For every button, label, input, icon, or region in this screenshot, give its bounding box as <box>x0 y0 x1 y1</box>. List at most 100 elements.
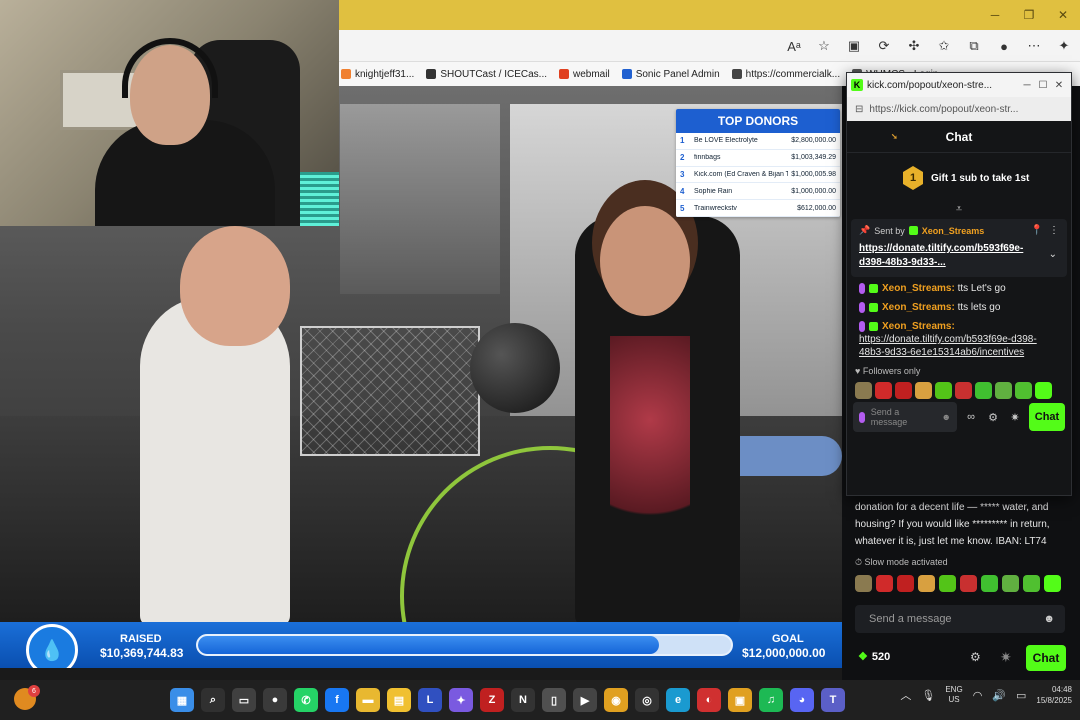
obs-icon[interactable]: ◎ <box>635 688 659 712</box>
pin-icon[interactable]: 📍 <box>1031 225 1043 236</box>
close-icon[interactable]: ✕ <box>1046 0 1080 30</box>
copilot-icon[interactable]: ✦ <box>1054 36 1074 56</box>
panel-emote-icon[interactable] <box>1002 575 1019 592</box>
video-icon[interactable]: ▶ <box>573 688 597 712</box>
popup-emote-icon[interactable] <box>995 381 1012 399</box>
windows-start-icon[interactable]: ▦ <box>170 688 194 712</box>
panel-emote-icon[interactable] <box>981 575 998 592</box>
task-view-icon[interactable]: ▭ <box>232 688 256 712</box>
bookmark-item[interactable]: https://commercialk... <box>731 69 840 80</box>
popup-emote-icon[interactable] <box>855 381 872 399</box>
bookmark-item[interactable]: knightjeff31... <box>341 69 414 80</box>
chat-username[interactable]: Xeon_Streams: <box>882 283 955 294</box>
panel-emote-icon[interactable] <box>876 575 893 592</box>
popout-close-icon[interactable]: ✕ <box>1051 80 1067 91</box>
discord-icon[interactable]: ◕ <box>790 688 814 712</box>
chevron-down-icon[interactable]: ⌄ <box>1049 249 1057 260</box>
profile-avatar[interactable]: ● <box>994 36 1014 56</box>
volume-icon[interactable]: 🔊 <box>992 689 1006 702</box>
notes-icon[interactable]: ▤ <box>387 688 411 712</box>
tray-chevron-icon[interactable]: ︿ <box>900 687 911 703</box>
clock[interactable]: 04:48 15/8/2025 <box>1036 684 1072 706</box>
pinned-link[interactable]: https://donate.tiltify.com/b593f69e-d398… <box>859 242 1039 270</box>
explorer-icon[interactable]: ▬ <box>356 688 380 712</box>
edge-icon[interactable]: e <box>666 688 690 712</box>
popup-badge-icon[interactable]: ✷ <box>1007 411 1023 424</box>
collections-icon[interactable]: ⧉ <box>964 36 984 56</box>
maximize-icon[interactable]: ❐ <box>1012 0 1046 30</box>
donor-amount: $1,003,349.29 <box>791 154 836 162</box>
panel-emote-icon[interactable] <box>1044 575 1061 592</box>
panel-emote-icon[interactable] <box>918 575 935 592</box>
app-box-icon[interactable]: ▣ <box>728 688 752 712</box>
page-info-icon[interactable]: ⊟ <box>855 104 863 115</box>
popup-emote-icon[interactable] <box>1035 381 1052 399</box>
emoji-icon[interactable]: ☻ <box>1043 613 1055 625</box>
popup-emote-icon[interactable] <box>895 381 912 399</box>
minimize-icon[interactable]: ─ <box>978 0 1012 30</box>
popout-maximize-icon[interactable]: ☐ <box>1035 80 1051 91</box>
more-options-icon[interactable]: ⋮ <box>1049 225 1059 236</box>
popup-emote-icon[interactable] <box>955 381 972 399</box>
popup-chat-button[interactable]: Chat <box>1029 403 1065 431</box>
chat-username[interactable]: Xeon_Streams: <box>882 302 955 313</box>
chat-send-button[interactable]: Chat <box>1026 645 1066 671</box>
notion-icon[interactable]: N <box>511 688 535 712</box>
extension-k-icon[interactable]: ▣ <box>844 36 864 56</box>
bookmark-item[interactable]: webmail <box>559 69 610 80</box>
collapse-arrow-icon[interactable]: ➘ <box>891 132 898 141</box>
more-icon[interactable]: ⋯ <box>1024 36 1044 56</box>
puzzle-icon[interactable]: ✣ <box>904 36 924 56</box>
panel-emote-icon[interactable] <box>855 575 872 592</box>
chat-link[interactable]: https://donate.tiltify.com/b593f69e-d398… <box>859 334 1037 358</box>
popup-settings-icon[interactable]: ⚙ <box>985 411 1001 424</box>
spotify-icon[interactable]: ♫ <box>759 688 783 712</box>
popup-emote-icon[interactable] <box>875 381 892 399</box>
popup-emote-icon[interactable] <box>1015 381 1032 399</box>
chrome-icon[interactable]: ◉ <box>604 688 628 712</box>
popup-emoji-icon[interactable]: ☻ <box>942 412 951 422</box>
popup-emote-icon[interactable] <box>975 381 992 399</box>
panel-emote-icon[interactable] <box>897 575 914 592</box>
popup-emote-icon[interactable] <box>915 381 932 399</box>
popup-chat-input[interactable]: Send a message ☻ <box>853 402 957 432</box>
badge-gear-icon[interactable]: ✷ <box>1000 649 1012 666</box>
bookmark-item[interactable]: SHOUTCast / ICECas... <box>426 69 547 80</box>
read-aloud-icon[interactable]: Aᵃ <box>784 36 804 56</box>
pinned-username[interactable]: Xeon_Streams <box>922 226 985 236</box>
app-red-icon[interactable]: ◐ <box>697 688 721 712</box>
chat-input[interactable]: Send a message ☻ <box>855 605 1065 633</box>
copilot-icon[interactable]: ✦ <box>449 688 473 712</box>
settings-gear-icon[interactable]: ⚙ <box>970 650 981 664</box>
bookmark-item[interactable]: Sonic Panel Admin <box>621 69 720 80</box>
whatsapp-icon[interactable]: ✆ <box>294 688 318 712</box>
filezilla-icon[interactable]: Z <box>480 688 504 712</box>
popup-emote-icon[interactable] <box>935 381 952 399</box>
refresh-icon[interactable]: ⟳ <box>874 36 894 56</box>
subscriber-badge-icon <box>908 226 918 235</box>
app-l-icon[interactable]: L <box>418 688 442 712</box>
address-bar[interactable]: Aᵃ ☆ ▣ ⟳ ✣ ✩ ⧉ ● ⋯ ✦ <box>339 30 1080 62</box>
panel-emote-icon[interactable] <box>939 575 956 592</box>
wifi-icon[interactable]: ◠ <box>973 689 983 702</box>
favorite-star-icon[interactable]: ☆ <box>814 36 834 56</box>
infinity-icon[interactable]: ∞ <box>963 411 979 423</box>
search-icon[interactable]: ⌕ <box>201 688 225 712</box>
panel-emote-icon[interactable] <box>1023 575 1040 592</box>
app-dark-icon[interactable]: ● <box>263 688 287 712</box>
channel-points[interactable]: ❖ 520 <box>858 650 890 664</box>
favorites-icon[interactable]: ✩ <box>934 36 954 56</box>
chat-username[interactable]: Xeon_Streams: <box>882 321 955 332</box>
microphone-icon[interactable]: 🎙 <box>921 689 935 702</box>
facebook-icon[interactable]: f <box>325 688 349 712</box>
language-indicator[interactable]: ENG US <box>945 685 962 705</box>
gift-sub-banner[interactable]: 1 Gift 1 sub to take 1st <box>847 153 1071 203</box>
widgets-button[interactable]: 6 <box>14 685 40 710</box>
file-icon[interactable]: ▯ <box>542 688 566 712</box>
panel-emote-icon[interactable] <box>960 575 977 592</box>
battery-icon[interactable]: ▭ <box>1016 689 1026 702</box>
pinned-toggle-icon[interactable]: ⩡ <box>847 203 1071 217</box>
popout-url-bar[interactable]: ⊟ https://kick.com/popout/xeon-str... <box>847 97 1071 121</box>
popout-minimize-icon[interactable]: ─ <box>1019 80 1035 91</box>
teams-icon[interactable]: T <box>821 688 845 712</box>
